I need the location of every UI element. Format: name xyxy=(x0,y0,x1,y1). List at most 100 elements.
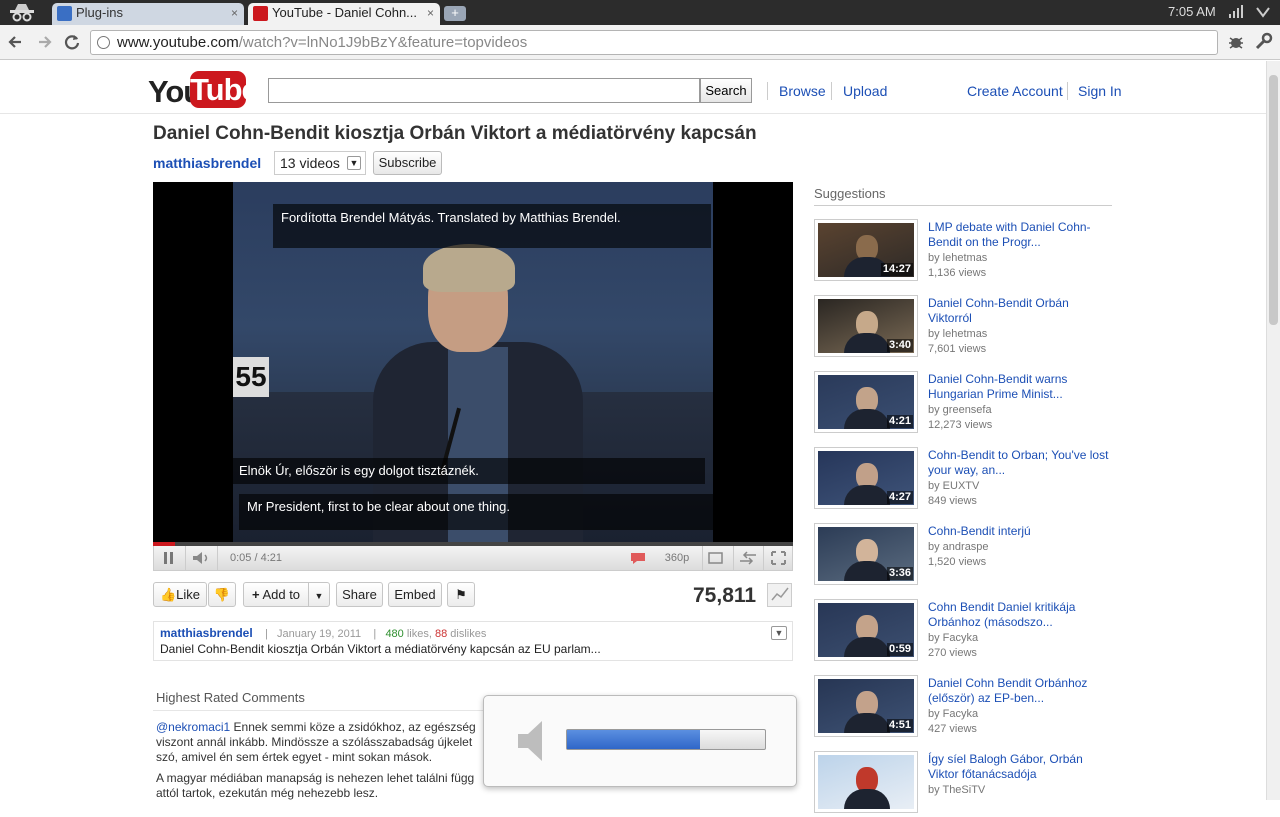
suggestion-uploader: by andraspe xyxy=(928,541,989,553)
suggestion-item[interactable]: Így síel Balogh Gábor, Orbán Viktor főta… xyxy=(814,751,1112,817)
videos-count: 13 videos xyxy=(280,155,340,171)
channel-videos-dropdown[interactable]: 13 videos ▼ xyxy=(274,151,366,175)
divider xyxy=(767,82,768,100)
suggestion-thumbnail[interactable]: 3:36 xyxy=(814,523,918,585)
forward-icon[interactable] xyxy=(33,31,55,53)
search-button[interactable]: Search xyxy=(700,78,752,103)
comment-line: szó, amivel én sem értek egyet - mint so… xyxy=(156,750,433,764)
channel-link[interactable]: matthiasbrendel xyxy=(153,155,261,171)
suggestion-title-link[interactable]: Így síel Balogh Gábor, Orbán Viktor főta… xyxy=(928,752,1112,782)
suggestion-views: 270 views xyxy=(928,647,977,659)
suggestion-views: 849 views xyxy=(928,495,977,507)
suggestion-views: 1,520 views xyxy=(928,556,987,568)
search-input[interactable] xyxy=(268,78,700,103)
suggestion-uploader: by greensefa xyxy=(928,404,992,416)
suggestion-item[interactable]: 3:40 Daniel Cohn-Bendit Orbán Viktorról by… xyxy=(814,295,1112,361)
url-host: www.youtube.com xyxy=(117,34,239,51)
new-tab-button[interactable]: + xyxy=(444,6,466,21)
suggestion-views: 1,136 views xyxy=(928,267,987,279)
suggestion-item[interactable]: 14:27 LMP debate with Daniel Cohn-Bendit … xyxy=(814,219,1112,285)
flag-icon: ⚑ xyxy=(455,587,467,602)
extension-bug-icon[interactable] xyxy=(1225,31,1247,53)
expand-description-button[interactable]: ▼ xyxy=(771,626,787,640)
comment-line: attól tartok, ezekután még nehezebb lesz… xyxy=(156,786,379,800)
captions-icon[interactable] xyxy=(626,546,650,570)
sign-in-link[interactable]: Sign In xyxy=(1078,83,1122,99)
youtube-logo[interactable]: You Tube xyxy=(148,70,259,110)
suggestion-thumbnail[interactable]: 0:59 xyxy=(814,599,918,661)
suggestion-title-link[interactable]: Cohn-Bendit to Orban; You've lost your w… xyxy=(928,448,1112,478)
uploader-link[interactable]: matthiasbrendel xyxy=(160,626,253,640)
comment-user-link[interactable]: @nekromaci1 xyxy=(156,720,230,734)
suggestion-title-link[interactable]: Daniel Cohn-Bendit warns Hungarian Prime… xyxy=(928,372,1112,402)
suggestion-thumbnail[interactable]: 3:40 xyxy=(814,295,918,357)
suggestion-thumbnail[interactable] xyxy=(814,751,918,813)
suggestion-title-link[interactable]: Cohn-Bendit interjú xyxy=(928,524,1112,539)
signal-icon xyxy=(1228,5,1244,18)
close-tab-icon[interactable]: × xyxy=(231,3,238,23)
dislike-button[interactable]: 👎 xyxy=(208,582,236,607)
add-to-button[interactable]: + Add to xyxy=(243,582,309,607)
thumbs-down-icon: 👎 xyxy=(213,587,231,602)
speaker-icon xyxy=(516,719,546,763)
add-to-dropdown[interactable]: ▼ xyxy=(308,582,330,607)
browser-toolbar: www.youtube.com/watch?v=lnNo1J9bBzY&feat… xyxy=(0,25,1280,60)
address-bar[interactable]: www.youtube.com/watch?v=lnNo1J9bBzY&feat… xyxy=(90,30,1218,55)
suggestion-item[interactable]: 4:27 Cohn-Bendit to Orban; You've lost yo… xyxy=(814,447,1112,513)
suggestion-views: 427 views xyxy=(928,723,977,735)
video-description: Daniel Cohn-Bendit kiosztja Orbán Viktor… xyxy=(160,642,601,656)
upload-link[interactable]: Upload xyxy=(843,83,887,99)
suggestion-thumbnail[interactable]: 14:27 xyxy=(814,219,918,281)
comment-line: viszont annál inkább. Mindössze a szólás… xyxy=(156,735,473,749)
suggestion-item[interactable]: 3:36 Cohn-Bendit interjú by andraspe 1,520 … xyxy=(814,523,1112,589)
popout-icon[interactable] xyxy=(703,546,728,570)
suggestion-item[interactable]: 4:21 Daniel Cohn-Bendit warns Hungarian P… xyxy=(814,371,1112,437)
thumbs-up-icon: 👍 xyxy=(159,587,177,602)
suggestion-uploader: by Facyka xyxy=(928,632,979,644)
video-meta: matthiasbrendel | January 19, 2011 | 480… xyxy=(160,626,487,640)
suggestion-thumbnail[interactable]: 4:27 xyxy=(814,447,918,509)
tab-label: Plug-ins xyxy=(76,5,123,20)
suggestion-title-link[interactable]: Daniel Cohn-Bendit Orbán Viktorról xyxy=(928,296,1112,326)
volume-icon[interactable] xyxy=(186,546,216,570)
chevron-down-icon: ▼ xyxy=(314,591,324,601)
suggestion-thumbnail[interactable]: 4:51 xyxy=(814,675,918,737)
suggestion-title-link[interactable]: Daniel Cohn Bendit Orbánhoz (először) az… xyxy=(928,676,1112,706)
stats-chart-icon[interactable] xyxy=(767,583,792,607)
quality-selector[interactable]: 360p xyxy=(654,546,700,570)
reload-icon[interactable] xyxy=(61,31,83,53)
volume-osd xyxy=(483,695,797,787)
share-arrow-icon[interactable] xyxy=(734,546,762,570)
plus-icon: + xyxy=(251,587,260,602)
wrench-icon[interactable] xyxy=(1252,31,1274,53)
pause-icon[interactable] xyxy=(154,546,184,570)
header-divider xyxy=(0,113,1266,114)
suggestion-title-link[interactable]: Cohn Bendit Daniel kritikája Orbánhoz (m… xyxy=(928,600,1112,630)
youtube-favicon-icon xyxy=(253,6,268,21)
suggestion-title-link[interactable]: LMP debate with Daniel Cohn-Bendit on th… xyxy=(928,220,1112,250)
page-scrollbar-thumb[interactable] xyxy=(1269,75,1278,325)
create-account-link[interactable]: Create Account xyxy=(967,83,1063,99)
flag-button[interactable]: ⚑ xyxy=(447,582,475,607)
browse-link[interactable]: Browse xyxy=(779,83,826,99)
close-tab-icon[interactable]: × xyxy=(427,3,434,23)
globe-icon xyxy=(97,36,110,49)
tab-youtube[interactable]: YouTube - Daniel Cohn... × xyxy=(248,3,440,25)
embed-button[interactable]: Embed xyxy=(388,582,442,607)
share-button[interactable]: Share xyxy=(336,582,383,607)
suggestion-uploader: by lehetmas xyxy=(928,328,988,340)
subscribe-button[interactable]: Subscribe xyxy=(373,151,442,175)
comment-line: @nekromaci1 Ennek semmi köze a zsidókhoz… xyxy=(156,720,476,734)
fullscreen-icon[interactable] xyxy=(764,546,793,570)
like-button[interactable]: 👍Like xyxy=(153,582,207,607)
upload-date: January 19, 2011 xyxy=(276,628,362,640)
menu-icon[interactable] xyxy=(1254,4,1272,20)
suggestion-views: 7,601 views xyxy=(928,343,987,355)
suggestion-thumbnail[interactable]: 4:21 xyxy=(814,371,918,433)
divider xyxy=(814,205,1112,206)
suggestion-item[interactable]: 0:59 Cohn Bendit Daniel kritikája Orbánho… xyxy=(814,599,1112,665)
back-icon[interactable] xyxy=(5,31,27,53)
tab-plugins[interactable]: Plug-ins × xyxy=(52,3,244,25)
video-player[interactable]: 55 Fordította Brendel Mátyás. Translated… xyxy=(153,182,793,542)
suggestion-item[interactable]: 4:51 Daniel Cohn Bendit Orbánhoz (először… xyxy=(814,675,1112,741)
